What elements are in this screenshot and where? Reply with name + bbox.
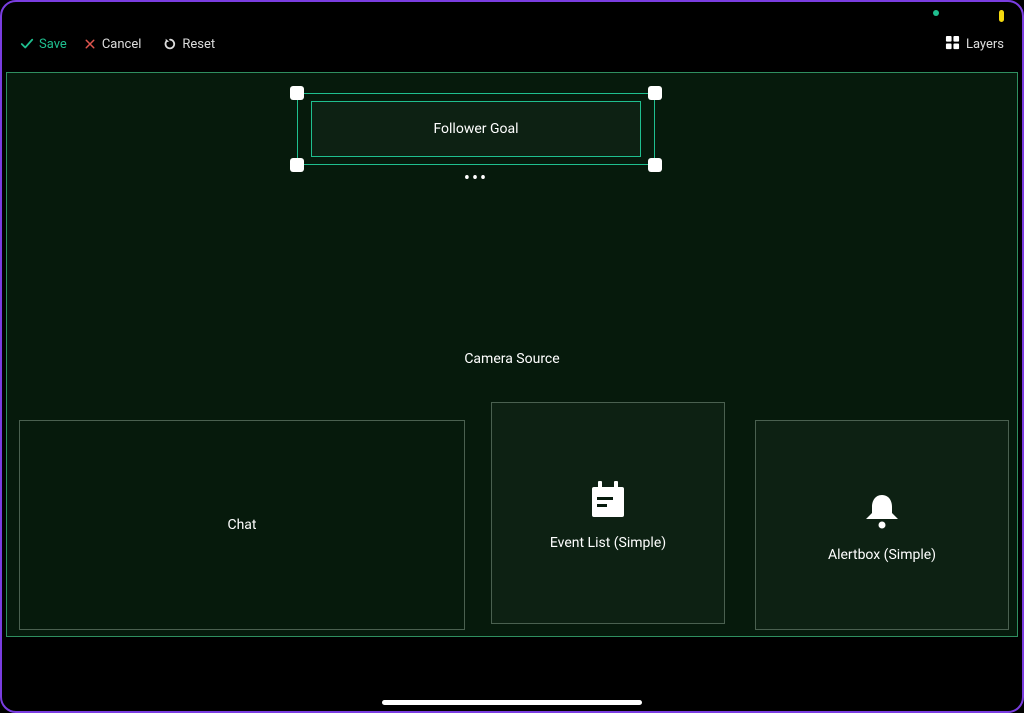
camera-source-label: Camera Source: [464, 351, 559, 367]
cancel-label: Cancel: [102, 37, 142, 52]
status-dot-green: [933, 10, 939, 16]
resize-handle-bottom-right[interactable]: [648, 158, 662, 172]
layers-button[interactable]: Layers: [945, 35, 1012, 54]
event-list-label: Event List (Simple): [550, 535, 666, 551]
resize-handle-top-right[interactable]: [648, 86, 662, 100]
alertbox-label: Alertbox (Simple): [828, 547, 936, 563]
bell-icon: [858, 487, 906, 539]
layout-canvas[interactable]: Follower Goal ••• Camera Source Chat Eve…: [6, 72, 1018, 637]
check-icon: [20, 37, 34, 51]
widget-camera-source[interactable]: Camera Source: [7, 351, 1017, 367]
widget-event-list[interactable]: Event List (Simple): [491, 402, 725, 624]
resize-handle-top-left[interactable]: [290, 86, 304, 100]
save-label: Save: [39, 37, 67, 52]
reset-icon: [163, 37, 177, 51]
status-dot-yellow: [999, 10, 1004, 22]
cancel-button[interactable]: Cancel: [75, 35, 150, 54]
editor-toolbar: Save Cancel Reset Layers: [12, 30, 1012, 58]
status-indicators: [933, 10, 1004, 22]
widget-alertbox[interactable]: Alertbox (Simple): [755, 420, 1009, 630]
widget-chat[interactable]: Chat: [19, 420, 465, 630]
more-options-button[interactable]: •••: [464, 168, 488, 189]
layers-icon: [945, 35, 960, 54]
ellipsis-icon: •••: [464, 168, 488, 189]
widget-follower-goal[interactable]: Follower Goal •••: [297, 93, 655, 165]
follower-goal-box[interactable]: Follower Goal: [311, 101, 641, 157]
chat-label: Chat: [227, 517, 256, 533]
resize-handle-bottom-left[interactable]: [290, 158, 304, 172]
layers-label: Layers: [966, 37, 1004, 52]
reset-button[interactable]: Reset: [155, 35, 223, 54]
follower-goal-label: Follower Goal: [433, 121, 518, 137]
reset-label: Reset: [182, 37, 215, 52]
home-indicator: [382, 700, 642, 705]
event-list-icon: [584, 475, 632, 527]
save-button[interactable]: Save: [12, 35, 75, 54]
close-icon: [83, 37, 97, 51]
